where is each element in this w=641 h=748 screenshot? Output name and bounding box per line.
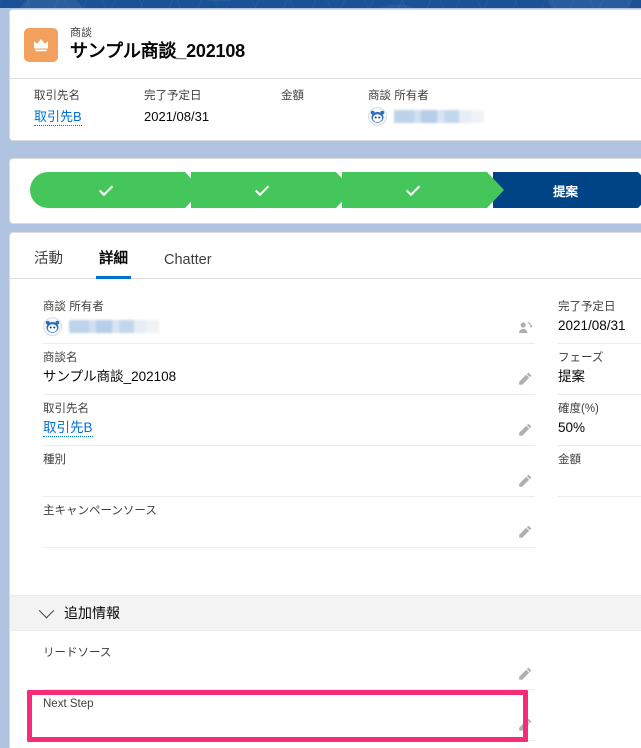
path-stage-completed-1[interactable]	[30, 172, 202, 208]
field-label: フェーズ	[558, 351, 604, 364]
detail-left-column: 商談 所有者 商談名 サンプル商談_202108 取引先名 取引先B 種別 主キ…	[43, 293, 535, 548]
page-title: サンプル商談_202108	[70, 40, 245, 61]
field-stage: フェーズ 提案	[558, 344, 641, 395]
record-header-fields: 取引先名 取引先B 完了予定日 2021/08/31 金額 商談 所有者	[10, 79, 641, 127]
detail-right-column: 完了予定日 2021/08/31 フェーズ 提案 確度(%) 50% 金額	[558, 293, 641, 497]
field-next-step: Next Step	[43, 690, 535, 741]
header-field-amount: 金額	[281, 89, 368, 126]
field-description: 説明 価格交渉のため割引適用	[43, 741, 535, 748]
owner-name-redacted	[394, 110, 484, 124]
change-owner-icon[interactable]	[517, 320, 533, 336]
field-label: 確度(%)	[558, 402, 599, 415]
header-field-label: 商談 所有者	[368, 90, 429, 102]
header-field-label: 取引先名	[34, 90, 80, 102]
check-icon	[99, 182, 114, 197]
chevron-down-icon	[38, 602, 55, 618]
header-field-label: 金額	[281, 90, 304, 102]
field-label: Next Step	[43, 697, 94, 710]
field-value: 2021/08/31	[558, 317, 626, 333]
field-value	[43, 714, 535, 733]
header-field-value: 取引先B	[34, 108, 144, 126]
field-value	[43, 663, 535, 682]
field-amount: 金額	[558, 446, 641, 497]
field-primary-campaign-source: 主キャンペーンソース	[43, 497, 535, 548]
header-field-close-date: 完了予定日 2021/08/31	[144, 89, 281, 126]
header-field-account-name: 取引先名 取引先B	[34, 89, 144, 126]
field-close-date: 完了予定日 2021/08/31	[558, 293, 641, 344]
record-highlights-panel: 商談 サンプル商談_202108 取引先名 取引先B 完了予定日 2021/08…	[9, 9, 641, 141]
pencil-icon[interactable]	[517, 473, 533, 489]
field-label: 商談 所有者	[43, 301, 104, 313]
record-detail-card: 活動 詳細 Chatter 商談 所有者 商談名 サンプル商談_202108 取…	[9, 232, 641, 748]
tab-details[interactable]: 詳細	[96, 247, 131, 279]
field-value	[43, 316, 535, 336]
path-stage-completed-2[interactable]	[191, 172, 353, 208]
check-icon	[406, 182, 421, 197]
field-value	[558, 470, 641, 489]
record-tab-bar: 活動 詳細 Chatter	[10, 233, 641, 279]
field-label: 完了予定日	[558, 301, 616, 313]
check-icon	[255, 182, 270, 197]
tab-chatter[interactable]: Chatter	[164, 252, 212, 278]
path-stage-check	[99, 182, 114, 197]
field-label: 取引先名	[43, 402, 89, 415]
field-value	[43, 470, 535, 489]
path-stage-current-proposal[interactable]: 提案	[493, 172, 641, 208]
pencil-icon[interactable]	[517, 422, 533, 438]
object-type-label: 商談	[70, 27, 93, 40]
field-value: サンプル商談_202108	[43, 368, 177, 384]
account-name-link[interactable]: 取引先B	[34, 108, 82, 126]
sales-path-panel: 提案 予定	[9, 158, 641, 224]
field-label: 金額	[558, 453, 581, 466]
header-field-value	[368, 107, 568, 127]
chevron-right-icon	[487, 172, 504, 208]
chevron-right-icon	[185, 172, 202, 208]
field-opportunity-owner: 商談 所有者	[43, 293, 535, 344]
field-value	[43, 521, 535, 540]
field-label: 商談名	[43, 351, 78, 364]
field-label: リードソース	[43, 647, 112, 659]
header-field-opportunity-owner: 商談 所有者	[368, 89, 568, 127]
field-opportunity-name: 商談名 サンプル商談_202108	[43, 344, 535, 395]
path-stage-check	[406, 182, 421, 197]
record-header-top: 商談 サンプル商談_202108	[10, 10, 641, 79]
field-value: 50%	[558, 419, 586, 435]
opportunity-crown-icon	[24, 27, 58, 62]
field-lead-source: リードソース	[43, 639, 535, 690]
owner-name-redacted	[69, 319, 159, 333]
pencil-icon[interactable]	[517, 524, 533, 540]
field-label: 主キャンペーンソース	[43, 504, 157, 517]
pencil-icon[interactable]	[517, 371, 533, 387]
section-header-additional-information[interactable]: 追加情報	[10, 595, 641, 631]
avatar	[43, 316, 62, 336]
field-type: 種別	[43, 446, 535, 497]
field-probability: 確度(%) 50%	[558, 395, 641, 446]
account-name-link[interactable]: 取引先B	[43, 419, 93, 437]
header-field-value: 2021/08/31	[144, 108, 210, 124]
tab-activity[interactable]: 活動	[34, 247, 63, 278]
pencil-icon[interactable]	[517, 717, 533, 733]
sales-path-track: 提案 予定	[30, 172, 641, 208]
section-title: 追加情報	[64, 605, 120, 621]
field-label: 種別	[43, 453, 66, 466]
path-stage-check	[255, 182, 270, 197]
record-titles: 商談 サンプル商談_202108	[70, 27, 245, 61]
detail-additional-fields: リードソース Next Step	[43, 639, 535, 748]
header-field-label: 完了予定日	[144, 90, 202, 102]
path-stage-completed-3[interactable]	[342, 172, 504, 208]
chevron-right-icon	[336, 172, 353, 208]
field-value: 提案	[558, 368, 585, 384]
field-value: 取引先B	[43, 419, 535, 438]
pencil-icon[interactable]	[517, 666, 533, 682]
avatar	[368, 107, 387, 127]
field-account-name: 取引先名 取引先B	[43, 395, 535, 446]
path-stage-label: 提案	[552, 184, 578, 199]
